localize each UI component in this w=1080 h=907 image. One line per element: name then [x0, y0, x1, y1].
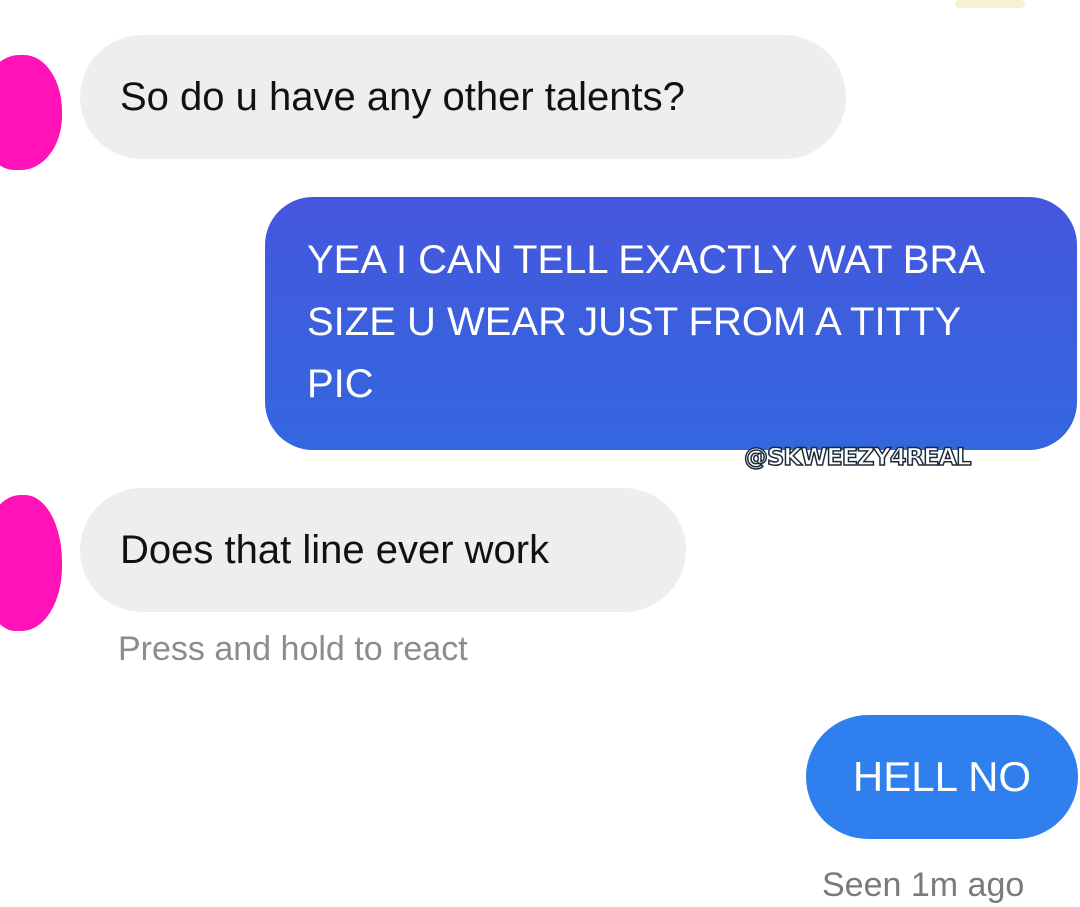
- redacted-avatar[interactable]: [0, 55, 62, 170]
- top-edge-decoration: [955, 0, 1025, 8]
- message-bubble-incoming[interactable]: Does that line ever work: [80, 488, 686, 612]
- message-bubble-outgoing[interactable]: HELL NO: [806, 715, 1078, 839]
- react-hint: Press and hold to react: [118, 630, 468, 668]
- message-bubble-outgoing[interactable]: YEA I CAN TELL EXACTLY WAT BRA SIZE U WE…: [265, 197, 1077, 450]
- message-text: Does that line ever work: [120, 527, 550, 572]
- message-text: HELL NO: [852, 753, 1032, 801]
- seen-status: Seen 1m ago: [822, 866, 1025, 904]
- watermark: @SKWEEZY4REAL: [743, 442, 972, 472]
- redacted-avatar[interactable]: [0, 495, 62, 631]
- chat-thread: So do u have any other talents? YEA I CA…: [0, 0, 1080, 907]
- message-bubble-incoming[interactable]: So do u have any other talents?: [80, 35, 846, 159]
- message-text: So do u have any other talents?: [120, 74, 685, 119]
- message-text: YEA I CAN TELL EXACTLY WAT BRA SIZE U WE…: [307, 238, 983, 406]
